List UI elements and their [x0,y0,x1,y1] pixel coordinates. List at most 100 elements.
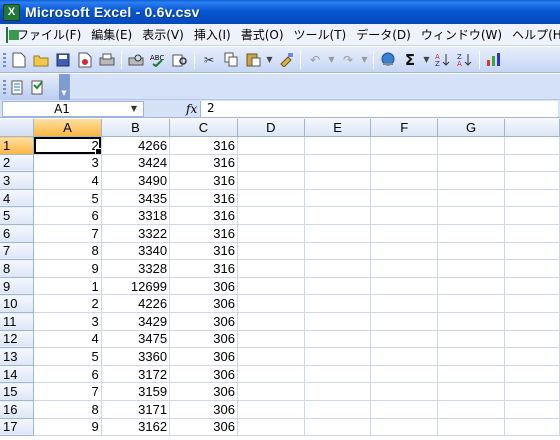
cell-e17[interactable] [304,418,372,437]
cell-b1[interactable]: 4266 [101,136,171,155]
cell-b16[interactable]: 3171 [101,400,171,419]
menu-file[interactable]: ファイル(F) [12,25,86,45]
toolbar-grip[interactable] [3,80,6,94]
workbook-icon[interactable] [6,26,19,43]
row-header[interactable]: 4 [0,189,35,208]
cell-g7[interactable] [437,242,505,261]
cell-d5[interactable] [237,206,305,226]
copy-icon[interactable] [221,50,241,70]
cell-e1[interactable] [304,136,372,155]
cell-f4[interactable] [370,189,439,208]
cell-e13[interactable] [304,347,372,366]
cell-f1[interactable] [370,136,439,155]
cell-h14[interactable] [504,365,560,384]
cell-b9[interactable]: 12699 [101,277,171,296]
cell-c15[interactable]: 306 [169,382,238,401]
cell-a8[interactable]: 9 [33,259,102,278]
cell-b17[interactable]: 3162 [101,418,171,437]
cell-a6[interactable]: 7 [33,224,102,243]
cell-a13[interactable]: 5 [33,347,102,366]
cell-b15[interactable]: 3159 [101,382,171,401]
new-icon[interactable] [9,50,29,70]
cell-g12[interactable] [437,330,505,349]
row-header[interactable]: 12 [0,330,35,349]
cell-b14[interactable]: 3172 [101,365,171,384]
cell-d16[interactable] [237,400,305,419]
cell-g3[interactable] [437,171,505,190]
column-header-c[interactable]: C [169,119,238,138]
cell-f16[interactable] [370,400,439,419]
menu-edit[interactable]: 編集(E) [86,25,137,45]
column-header-d[interactable]: D [237,119,305,138]
cell-f3[interactable] [370,171,439,190]
excel-app-icon[interactable]: X [3,3,20,21]
cell-g11[interactable] [437,312,505,331]
cell-a10[interactable]: 2 [33,294,102,314]
cell-d3[interactable] [237,171,305,190]
cell-f6[interactable] [370,224,439,243]
cell-d7[interactable] [237,242,305,261]
cell-c10[interactable]: 306 [169,294,238,314]
cell-a3[interactable]: 4 [33,171,102,190]
column-header-a[interactable]: A [33,119,102,138]
cell-h5[interactable] [504,206,560,226]
cell-g16[interactable] [437,400,505,419]
cell-d12[interactable] [237,330,305,349]
cell-h12[interactable] [504,330,560,349]
cell-h17[interactable] [504,418,560,437]
paste-options-dropdown[interactable]: ▼ [265,50,274,70]
cell-f5[interactable] [370,206,439,226]
row-header[interactable]: 16 [0,400,35,419]
menu-format[interactable]: 書式(O) [236,25,289,45]
cell-d6[interactable] [237,224,305,243]
end-review-icon[interactable] [29,77,47,97]
cell-h10[interactable] [504,294,560,314]
sort-ascending-icon[interactable]: AZ [433,50,453,70]
cell-g9[interactable] [437,277,505,296]
autosum-icon[interactable]: Σ [400,50,420,70]
cell-d2[interactable] [237,154,305,173]
row-header[interactable]: 6 [0,224,35,243]
row-header[interactable]: 2 [0,154,35,173]
cell-c14[interactable]: 306 [169,365,238,384]
cell-d15[interactable] [237,382,305,401]
insert-function-icon[interactable]: fx [186,100,197,118]
cell-a11[interactable]: 3 [33,312,102,331]
cell-g10[interactable] [437,294,505,314]
cell-f14[interactable] [370,365,439,384]
name-box[interactable]: A1 ▼ [2,101,144,117]
cell-b2[interactable]: 3424 [101,154,171,173]
column-header-e[interactable]: E [304,119,372,138]
row-header[interactable]: 17 [0,418,35,437]
cell-e7[interactable] [304,242,372,261]
cell-g13[interactable] [437,347,505,366]
cell-c12[interactable]: 306 [169,330,238,349]
cell-h7[interactable] [504,242,560,261]
formula-input[interactable]: 2 [200,101,558,117]
cell-d8[interactable] [237,259,305,278]
cell-b4[interactable]: 3435 [101,189,171,208]
cell-d10[interactable] [237,294,305,314]
open-icon[interactable] [31,50,51,70]
menu-window[interactable]: ウィンドウ(W) [416,25,507,45]
undo-dropdown[interactable]: ▼ [327,50,336,70]
cell-e14[interactable] [304,365,372,384]
cell-a4[interactable]: 5 [33,189,102,208]
paste-icon[interactable] [243,50,263,70]
cell-e3[interactable] [304,171,372,190]
cell-e11[interactable] [304,312,372,331]
cell-c3[interactable]: 316 [169,171,238,190]
cell-h4[interactable] [504,189,560,208]
cell-c11[interactable]: 306 [169,312,238,331]
cell-e16[interactable] [304,400,372,419]
cell-h11[interactable] [504,312,560,331]
row-header[interactable]: 9 [0,277,35,296]
cell-e10[interactable] [304,294,372,314]
cell-h13[interactable] [504,347,560,366]
cell-g5[interactable] [437,206,505,226]
chart-wizard-icon[interactable] [484,50,504,70]
cell-a14[interactable]: 6 [33,365,102,384]
sort-descending-icon[interactable]: ZA [455,50,475,70]
cell-f2[interactable] [370,154,439,173]
cell-h8[interactable] [504,259,560,278]
